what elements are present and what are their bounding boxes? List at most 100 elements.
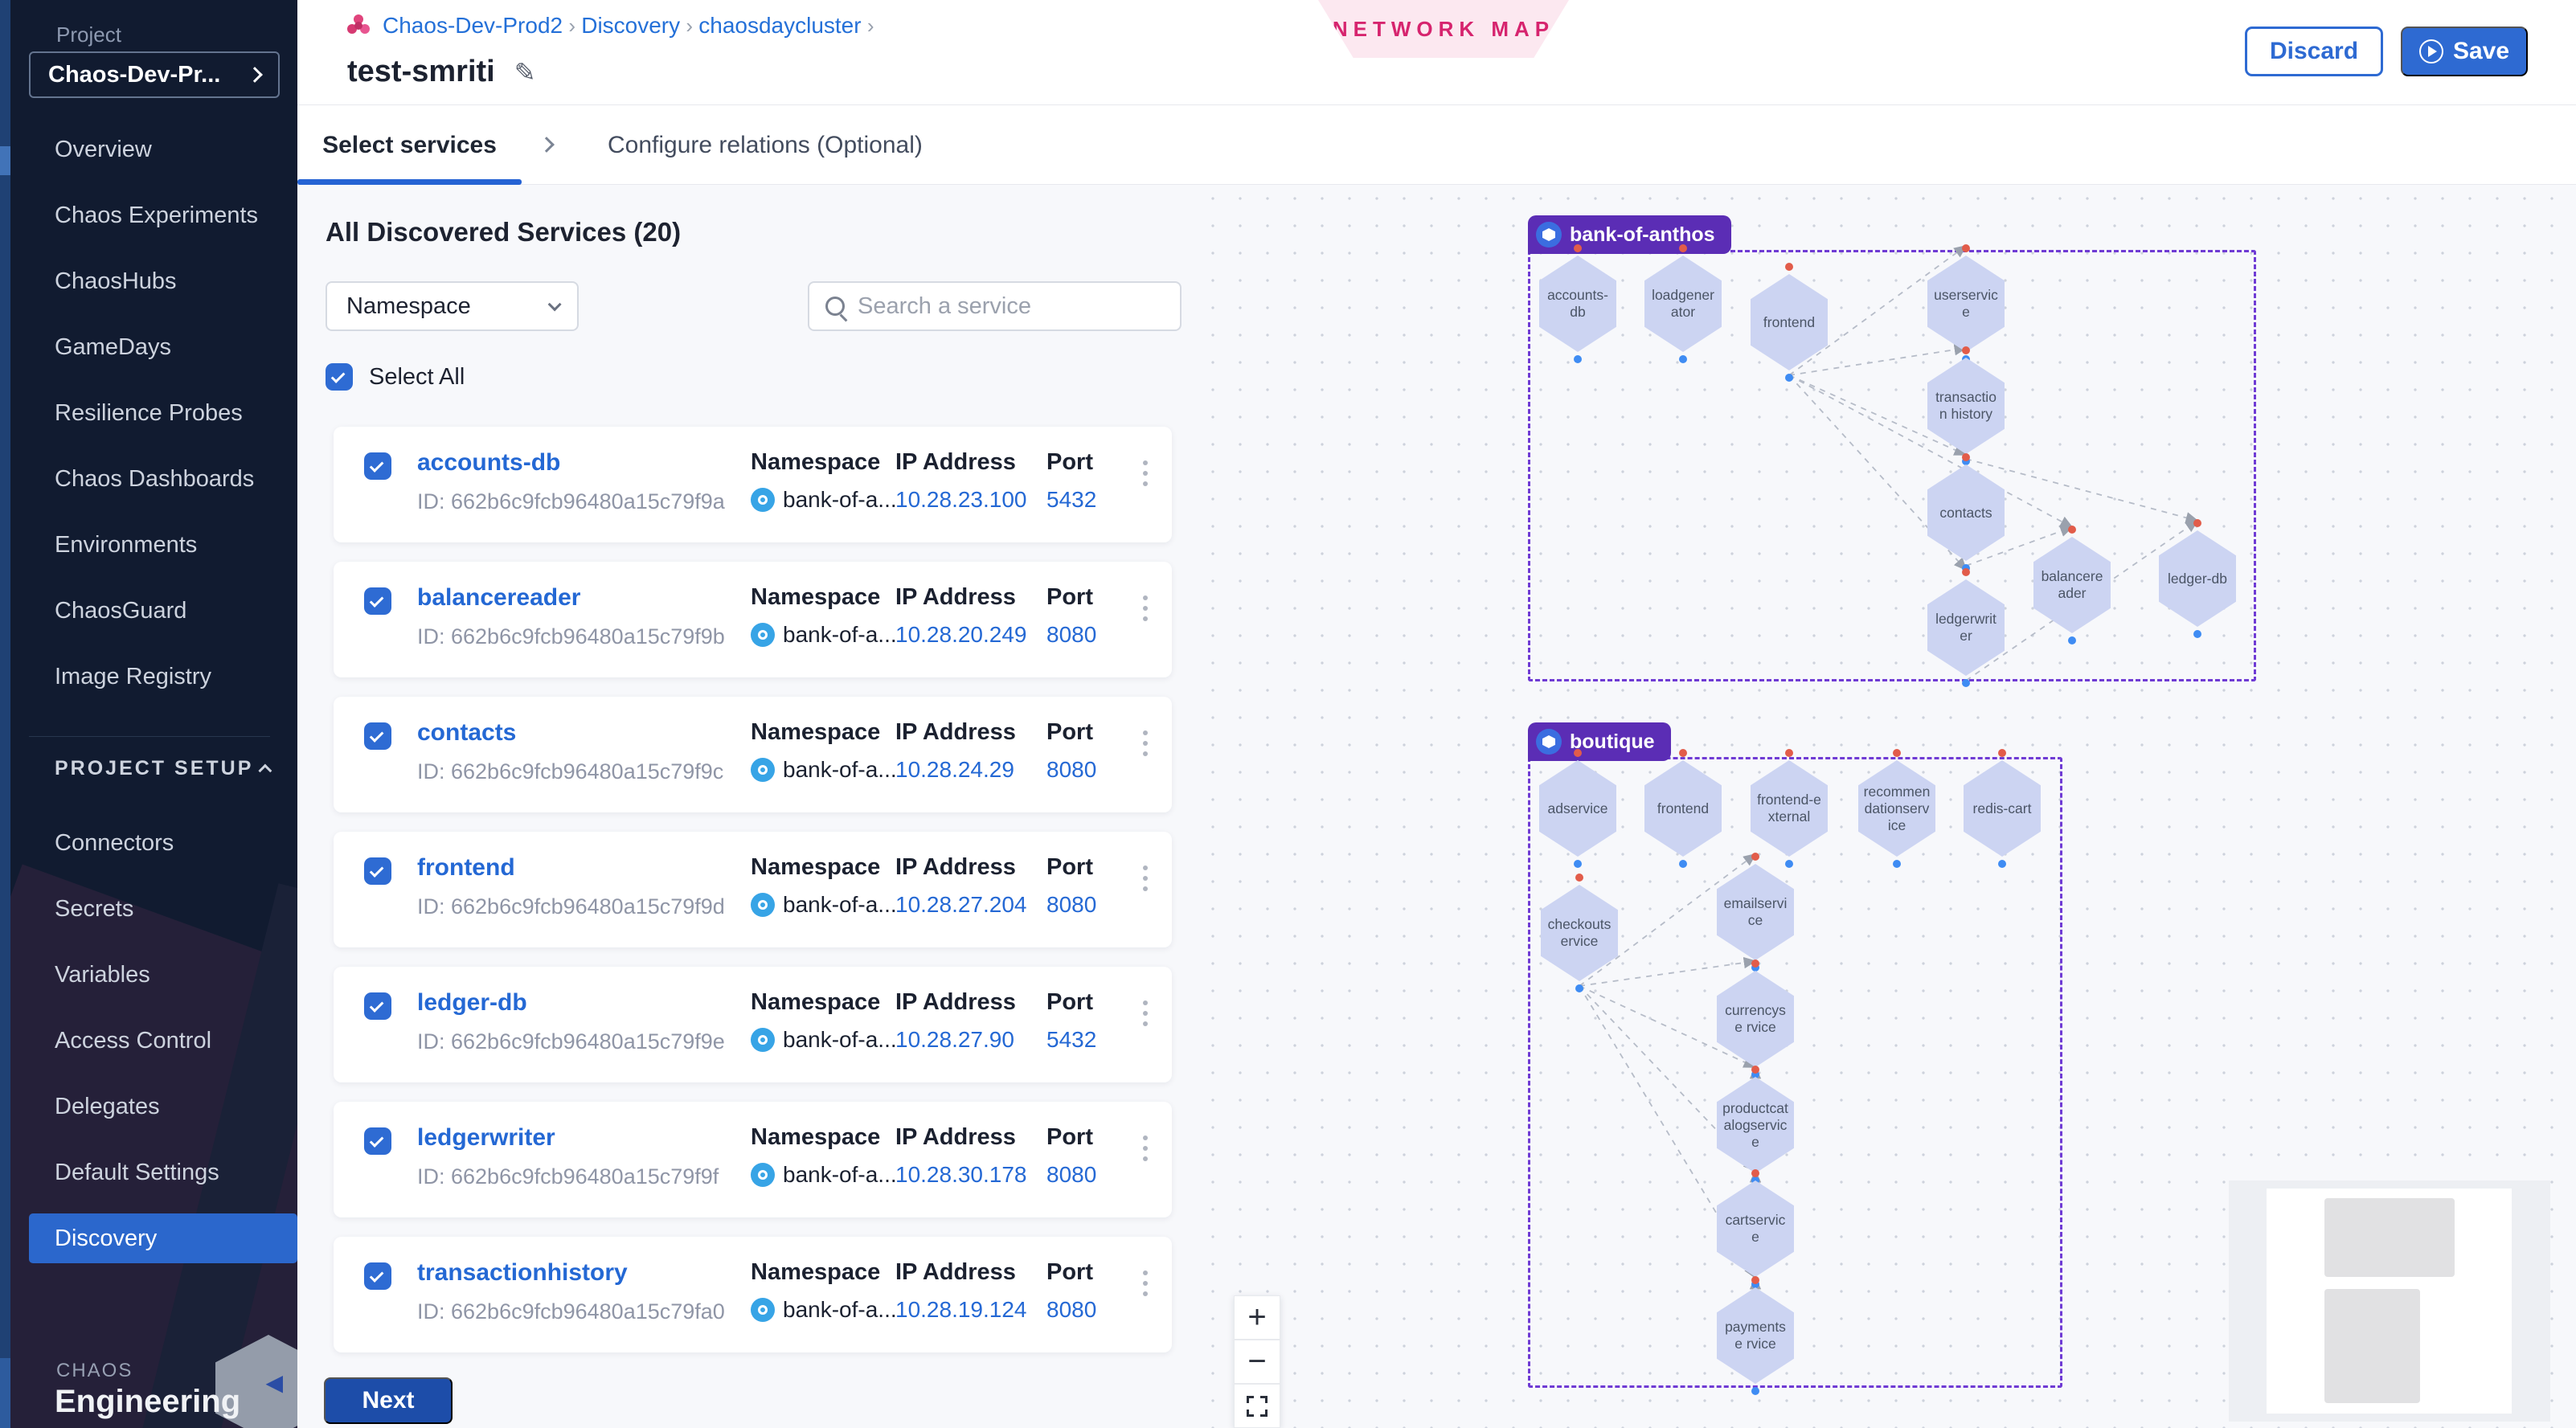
service-name-link[interactable]: frontend	[417, 854, 515, 882]
sidebar-item-overview[interactable]: Overview	[0, 117, 297, 182]
input-port-dot	[1785, 263, 1793, 271]
sidebar-item-delegates[interactable]: Delegates	[0, 1074, 297, 1140]
output-port-dot	[1962, 679, 1970, 687]
sidebar-item-resilience-probes[interactable]: Resilience Probes	[0, 380, 297, 446]
tab-configure-relations[interactable]: Configure relations (Optional)	[608, 105, 923, 185]
save-button[interactable]: Save	[2401, 27, 2528, 76]
project-setup-header[interactable]: PROJECT SETUP	[55, 757, 272, 780]
node-label: ledger-db	[2164, 571, 2231, 587]
service-checkbox[interactable]	[364, 452, 391, 480]
service-node-contacts[interactable]: contacts	[1927, 453, 2005, 572]
sidebar-item-discovery[interactable]: Discovery	[29, 1213, 297, 1263]
service-node-loadgenerator[interactable]: loadgenerator	[1644, 244, 1722, 363]
sidebar-item-chaosguard[interactable]: ChaosGuard	[0, 578, 297, 644]
port-header: Port	[1046, 1259, 1096, 1286]
service-card: ledgerwriter ID: 662b6c9fcb96480a15c79f9…	[334, 1102, 1172, 1217]
map-minimap[interactable]	[2229, 1180, 2550, 1422]
discard-button[interactable]: Discard	[2245, 27, 2383, 76]
service-name-link[interactable]: ledger-db	[417, 989, 527, 1017]
node-hexagon: redis-cart	[1964, 760, 2041, 857]
project-name: Chaos-Dev-Pr...	[48, 62, 220, 88]
breadcrumb: Chaos-Dev-Prod2 › Discovery › chaosdaycl…	[344, 11, 874, 40]
service-node-redis-cart[interactable]: redis-cart	[1964, 749, 2041, 868]
node-label: transaction history	[1932, 389, 2000, 423]
sidebar-item-chaos-dashboards[interactable]: Chaos Dashboards	[0, 446, 297, 512]
fullscreen-button[interactable]	[1234, 1384, 1280, 1428]
input-port-dot	[1575, 874, 1583, 882]
service-name-link[interactable]: ledgerwriter	[417, 1124, 555, 1152]
output-port-dot	[1785, 374, 1793, 382]
service-name-link[interactable]: transactionhistory	[417, 1259, 628, 1287]
service-node-frontend[interactable]: frontend	[1644, 749, 1722, 868]
node-label: loadgenerator	[1649, 287, 1717, 321]
breadcrumb-link[interactable]: chaosdaycluster	[698, 13, 861, 38]
input-port-dot	[1751, 960, 1759, 968]
namespace-filter-dropdown[interactable]: Namespace	[326, 281, 579, 331]
row-menu-button[interactable]	[1140, 727, 1151, 759]
service-node-balancereader[interactable]: balancereader	[2033, 526, 2111, 644]
service-name-link[interactable]: balancereader	[417, 584, 580, 612]
namespace-header: Namespace	[751, 989, 897, 1016]
input-port-dot	[2068, 526, 2076, 534]
service-node-userservice[interactable]: userservice	[1927, 244, 2005, 363]
sidebar-item-chaos-experiments[interactable]: Chaos Experiments	[0, 182, 297, 248]
node-label: userservice	[1932, 287, 2000, 321]
service-checkbox[interactable]	[364, 722, 391, 750]
service-name-link[interactable]: contacts	[417, 719, 516, 747]
service-node-adservice[interactable]: adservice	[1539, 749, 1616, 868]
row-menu-button[interactable]	[1140, 1267, 1151, 1299]
service-node-ledgerwriter[interactable]: ledgerwriter	[1927, 568, 2005, 687]
sidebar-item-connectors[interactable]: Connectors	[0, 810, 297, 876]
sidebar-item-access-control[interactable]: Access Control	[0, 1008, 297, 1074]
service-checkbox[interactable]	[364, 587, 391, 615]
edit-title-icon[interactable]: ✎	[514, 57, 536, 88]
row-menu-button[interactable]	[1140, 862, 1151, 894]
zoom-in-button[interactable]: +	[1234, 1295, 1280, 1340]
service-node-paymentservice[interactable]: paymentse rvice	[1717, 1276, 1794, 1395]
sidebar-item-environments[interactable]: Environments	[0, 512, 297, 578]
service-node-frontend-external[interactable]: frontend-e xternal	[1751, 749, 1828, 868]
sidebar-item-variables[interactable]: Variables	[0, 942, 297, 1008]
row-menu-button[interactable]	[1140, 997, 1151, 1029]
service-checkbox[interactable]	[364, 1127, 391, 1155]
service-node-productcatalogservice[interactable]: productcat alogservice	[1717, 1066, 1794, 1185]
project-selector[interactable]: Chaos-Dev-Pr...	[29, 51, 280, 98]
service-node-ledger-db[interactable]: ledger-db	[2159, 519, 2236, 638]
service-checkbox[interactable]	[364, 1262, 391, 1290]
breadcrumb-link[interactable]: Chaos-Dev-Prod2	[383, 13, 563, 38]
service-id: ID: 662b6c9fcb96480a15c79f9c	[417, 759, 723, 784]
search-input[interactable]	[858, 293, 1163, 320]
tab-select-services[interactable]: Select services	[297, 105, 522, 185]
sidebar-item-image-registry[interactable]: Image Registry	[0, 644, 297, 710]
service-node-frontend[interactable]: frontend	[1751, 263, 1828, 382]
sidebar-item-gamedays[interactable]: GameDays	[0, 314, 297, 380]
service-name-link[interactable]: accounts-db	[417, 449, 560, 477]
service-node-emailservice[interactable]: emailservice	[1717, 853, 1794, 972]
service-node-recommendationservice[interactable]: recommen dationservice	[1858, 749, 1935, 868]
breadcrumb-link[interactable]: Discovery	[581, 13, 680, 38]
ip-value: 10.28.23.100	[895, 487, 1027, 513]
zoom-out-button[interactable]: −	[1234, 1340, 1280, 1384]
node-hexagon: userservice	[1927, 256, 2005, 352]
row-menu-button[interactable]	[1140, 1132, 1151, 1164]
next-button[interactable]: Next	[324, 1377, 453, 1424]
app-root: Project Chaos-Dev-Pr... OverviewChaos Ex…	[0, 0, 2576, 1428]
node-label: paymentse rvice	[1722, 1319, 1789, 1352]
service-node-currencyservice[interactable]: currencyse rvice	[1717, 960, 1794, 1078]
sidebar-item-chaoshubs[interactable]: ChaosHubs	[0, 248, 297, 314]
node-label: frontend	[1755, 314, 1823, 331]
sidebar-item-default-settings[interactable]: Default Settings	[0, 1140, 297, 1205]
service-checkbox[interactable]	[364, 992, 391, 1020]
row-menu-button[interactable]	[1140, 457, 1151, 489]
row-menu-button[interactable]	[1140, 592, 1151, 624]
collapse-sidebar-icon[interactable]: ◀	[265, 1369, 283, 1396]
service-node-accounts-db[interactable]: accounts-db	[1539, 244, 1616, 363]
service-checkbox[interactable]	[364, 857, 391, 885]
services-list-panel: All Discovered Services (20) Namespace S…	[297, 185, 1206, 1428]
sidebar-item-secrets[interactable]: Secrets	[0, 876, 297, 942]
select-all-checkbox[interactable]	[326, 363, 353, 391]
service-node-cartservice[interactable]: cartservice	[1717, 1169, 1794, 1288]
service-node-checkoutservice[interactable]: checkouts ervice	[1541, 874, 1618, 992]
service-node-transactionhistory[interactable]: transaction history	[1927, 346, 2005, 465]
title-row: test-smriti ✎	[347, 55, 536, 89]
